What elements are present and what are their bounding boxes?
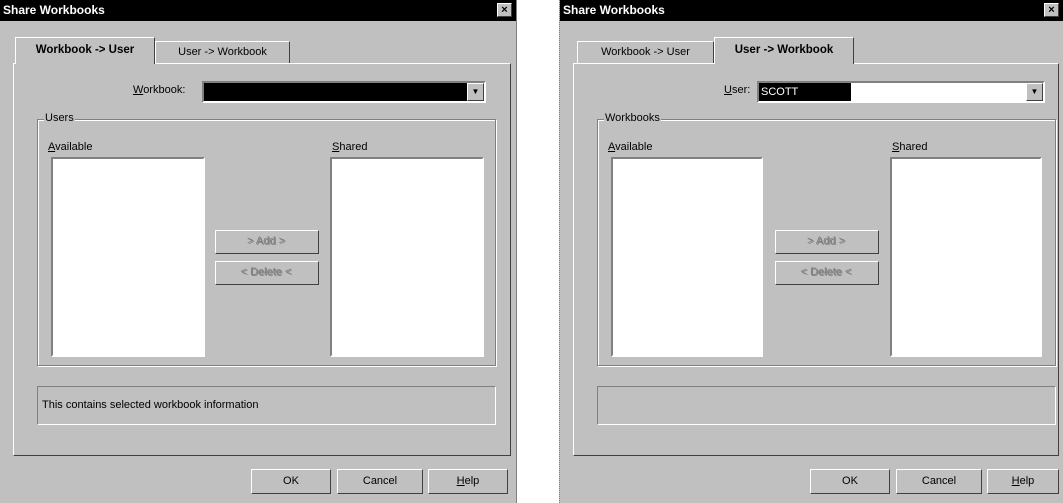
cancel-button[interactable]: Cancel (337, 469, 423, 494)
tab-user-to-workbook[interactable]: User -> Workbook (155, 41, 290, 63)
users-group: Users Available Shared > Add > < Delete … (37, 112, 496, 366)
dialog-title: Share Workbooks (3, 3, 105, 17)
user-dropdown-value: SCOTT (759, 83, 851, 101)
delete-button[interactable]: < Delete < (775, 261, 879, 285)
help-button[interactable]: Help (428, 469, 508, 494)
add-button[interactable]: > Add > (215, 230, 319, 254)
users-group-label: Users (44, 112, 75, 124)
user-dropdown[interactable]: SCOTT ▼ (757, 81, 1045, 103)
available-list[interactable] (51, 157, 205, 357)
workbook-dropdown[interactable]: ▼ (202, 81, 486, 103)
tab-panel: Workbook: ▼ Users Available Shared > Add… (13, 63, 511, 456)
help-label-rest: elp (1019, 475, 1035, 487)
workbooks-group-label: Workbooks (604, 112, 661, 124)
close-icon[interactable]: × (1044, 3, 1059, 17)
tab-user-to-workbook[interactable]: User -> Workbook (714, 37, 854, 64)
ok-button[interactable]: OK (251, 469, 331, 494)
delete-button[interactable]: < Delete < (215, 261, 319, 285)
chevron-down-icon[interactable]: ▼ (1026, 83, 1043, 101)
available-label: Available (48, 141, 93, 153)
shared-list[interactable] (890, 157, 1042, 357)
shared-label: Shared (892, 141, 928, 153)
help-label-u: H (1011, 475, 1020, 487)
tab-workbook-to-user[interactable]: Workbook -> User (15, 37, 155, 64)
dialog-title: Share Workbooks (563, 3, 665, 17)
add-button[interactable]: > Add > (775, 230, 879, 254)
ok-button[interactable]: OK (810, 469, 890, 494)
user-label: User: (724, 84, 751, 96)
cancel-button[interactable]: Cancel (896, 469, 982, 494)
status-text: This contains selected workbook informat… (37, 386, 496, 425)
workbook-dropdown-value (204, 83, 467, 101)
workbook-label: Workbook: (133, 84, 186, 96)
status-text (597, 386, 1056, 425)
available-label: Available (608, 141, 653, 153)
chevron-down-icon[interactable]: ▼ (467, 83, 484, 101)
workbooks-group: Workbooks Available Shared > Add > < Del… (597, 112, 1056, 366)
help-label-rest: elp (464, 475, 480, 487)
close-icon[interactable]: × (497, 3, 512, 17)
shared-list[interactable] (330, 157, 484, 357)
title-bar: Share Workbooks × (0, 0, 516, 21)
shared-label: Shared (332, 141, 368, 153)
help-button[interactable]: Help (987, 469, 1059, 494)
title-bar: Share Workbooks × (560, 0, 1063, 21)
available-list[interactable] (611, 157, 763, 357)
help-label-u: H (456, 475, 465, 487)
share-workbooks-dialog-workbook-to-user: Share Workbooks × Workbook -> User User … (0, 0, 517, 503)
tab-panel: User: SCOTT ▼ Workbooks Available Shared… (573, 63, 1059, 456)
tab-workbook-to-user[interactable]: Workbook -> User (577, 41, 714, 63)
share-workbooks-dialog-user-to-workbook: Share Workbooks × Workbook -> User User … (559, 0, 1063, 503)
